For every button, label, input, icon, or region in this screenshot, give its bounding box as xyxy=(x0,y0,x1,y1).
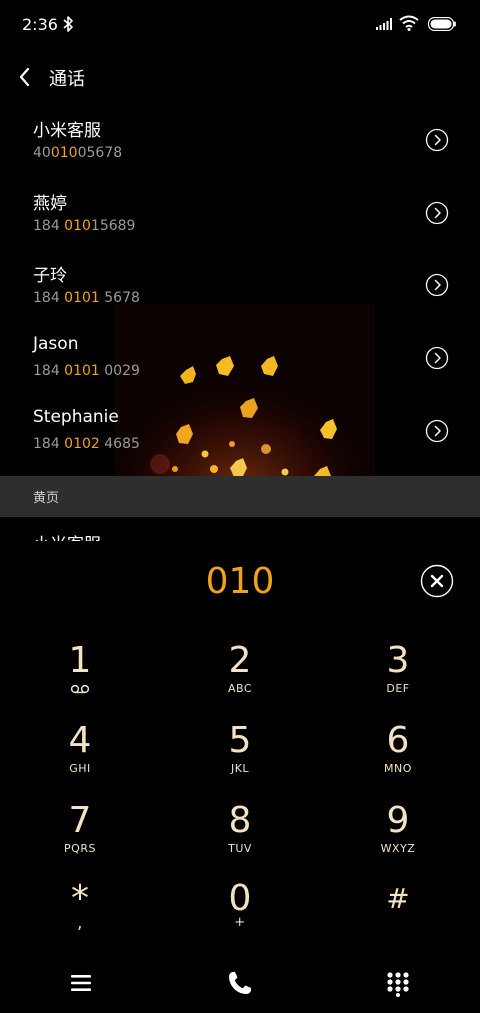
dialpad: 010 1 2 ABC 3 DEF 4 GHI 5 JKL 6 MNO 7 PQ… xyxy=(0,541,480,1013)
key-1[interactable]: 1 xyxy=(20,641,140,713)
contact-name: 子玲 xyxy=(33,266,67,286)
key-letters: , xyxy=(77,913,83,932)
key-3[interactable]: 3 DEF xyxy=(338,641,458,713)
contact-list[interactable]: 小米客服 4001005678 燕婷 184 01015689 子玲 184 0… xyxy=(0,104,480,476)
contact-number: 184 01015689 xyxy=(33,218,136,234)
status-bar: 2:36 xyxy=(0,0,480,52)
battery-icon xyxy=(428,17,456,31)
key-letters: WXYZ xyxy=(380,842,416,855)
contact-number: 184 0101 5678 xyxy=(33,290,140,306)
chevron-right-circle-icon[interactable] xyxy=(425,273,449,297)
contact-name: 燕婷 xyxy=(33,194,67,214)
key-letters: GHI xyxy=(69,762,91,775)
key-hash[interactable]: # xyxy=(338,879,458,951)
contact-name: 小米客服 xyxy=(33,530,101,541)
key-digit: 0 xyxy=(228,878,252,919)
chevron-right-circle-icon[interactable] xyxy=(425,128,449,152)
key-digit: 9 xyxy=(386,800,410,841)
wifi-icon xyxy=(399,15,419,31)
bluetooth-icon xyxy=(63,16,73,32)
key-letters: ABC xyxy=(227,682,253,695)
key-digit: 8 xyxy=(228,800,252,841)
key-9[interactable]: 9 WXYZ xyxy=(338,801,458,873)
key-star[interactable]: * , xyxy=(20,879,140,951)
key-letters: PQRS xyxy=(64,842,96,855)
key-digit: 3 xyxy=(386,640,410,681)
contact-number: 184 0101 0029 xyxy=(33,363,140,379)
back-icon[interactable] xyxy=(14,64,36,90)
page-title: 通话 xyxy=(49,69,85,90)
key-digit: 4 xyxy=(68,720,92,761)
key-digit: 2 xyxy=(228,640,252,681)
phone-icon[interactable] xyxy=(226,969,254,997)
key-2[interactable]: 2 ABC xyxy=(180,641,300,713)
key-7[interactable]: 7 PQRS xyxy=(20,801,140,873)
key-6[interactable]: 6 MNO xyxy=(338,721,458,793)
voicemail-icon xyxy=(70,684,90,694)
contact-number: 4001005678 xyxy=(33,145,123,161)
chevron-right-circle-icon[interactable] xyxy=(425,419,449,443)
contact-name: 小米客服 xyxy=(33,121,101,141)
contact-number: 184 0102 4685 xyxy=(33,436,140,452)
key-digit: 6 xyxy=(386,720,410,761)
key-digit: 5 xyxy=(228,720,252,761)
key-digit: 7 xyxy=(68,800,92,841)
section-label: 黄页 xyxy=(33,491,60,506)
key-letters: JKL xyxy=(230,762,250,775)
section-header-yellow-pages: 黄页 xyxy=(0,476,480,517)
key-0[interactable]: 0 + xyxy=(180,879,300,951)
chevron-right-circle-icon[interactable] xyxy=(425,346,449,370)
key-5[interactable]: 5 JKL xyxy=(180,721,300,793)
contact-row[interactable]: Stephanie 184 0102 4685 xyxy=(0,395,480,467)
dialed-number: 010 xyxy=(205,561,275,602)
chevron-right-circle-icon[interactable] xyxy=(425,201,449,225)
signal-icon xyxy=(376,18,392,30)
key-digit: 1 xyxy=(68,640,92,681)
contact-row[interactable]: 小米客服 4001005678 xyxy=(0,104,480,176)
contact-row[interactable]: 燕婷 184 01015689 xyxy=(0,177,480,249)
key-4[interactable]: 4 GHI xyxy=(20,721,140,793)
contact-row[interactable]: Jason 184 0101 0029 xyxy=(0,322,480,394)
header: 通话 xyxy=(0,52,480,102)
close-circle-icon[interactable] xyxy=(420,564,454,598)
key-letters: MNO xyxy=(384,762,412,775)
key-digit: # xyxy=(386,882,410,915)
bottom-action-bar xyxy=(0,954,480,1012)
key-letters: DEF xyxy=(386,682,410,695)
key-8[interactable]: 8 TUV xyxy=(180,801,300,873)
contact-name: Stephanie xyxy=(33,407,119,427)
status-time: 2:36 xyxy=(22,15,58,34)
dialpad-icon[interactable] xyxy=(386,971,410,997)
menu-icon[interactable] xyxy=(68,972,94,994)
contact-row[interactable]: 子玲 184 0101 5678 xyxy=(0,249,480,321)
key-letters: + xyxy=(234,915,246,930)
yellow-pages-row[interactable]: 小米客服 xyxy=(0,517,480,541)
contact-name: Jason xyxy=(33,334,79,354)
key-letters: TUV xyxy=(228,842,252,855)
